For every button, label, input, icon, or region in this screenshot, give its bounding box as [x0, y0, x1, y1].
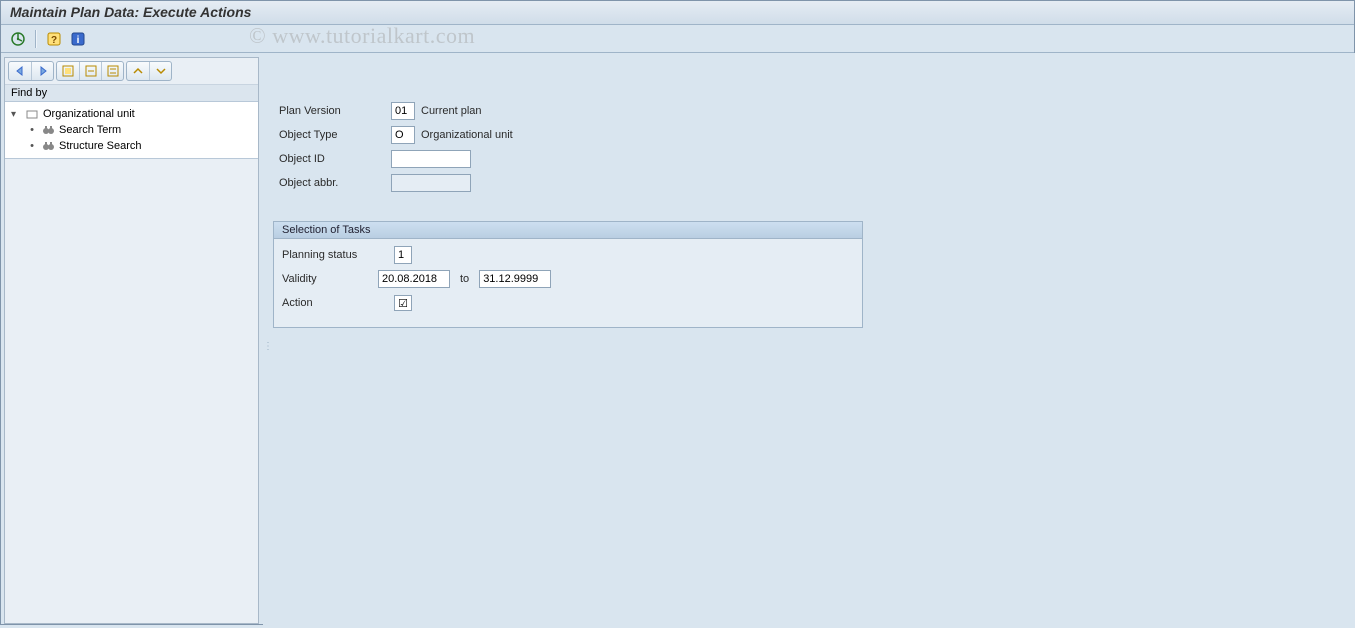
nav-forward-icon[interactable]	[31, 62, 53, 80]
plan-version-input[interactable]	[391, 102, 415, 120]
object-type-label: Object Type	[279, 129, 391, 141]
validity-from-input[interactable]	[378, 270, 450, 288]
binoculars-icon	[41, 123, 55, 137]
title-text: Maintain Plan Data: Execute Actions	[10, 4, 251, 20]
toolbar-separator	[35, 30, 37, 48]
execute-icon[interactable]	[8, 29, 28, 49]
sidebar: Find by ▾ Organizational unit • Search T…	[4, 57, 259, 624]
sidebar-empty-area	[5, 159, 258, 623]
findby-label: Find by	[11, 87, 47, 99]
object-tree: ▾ Organizational unit • Search Term • St…	[5, 102, 258, 159]
plan-version-label: Plan Version	[279, 105, 391, 117]
tree-tool-1-icon[interactable]	[57, 62, 79, 80]
object-id-label: Object ID	[279, 153, 391, 165]
group-title: Selection of Tasks	[274, 222, 862, 239]
planning-status-label: Planning status	[282, 249, 394, 261]
bullet-icon: •	[27, 124, 37, 136]
action-checkbox[interactable]: ☑	[394, 295, 412, 311]
planning-status-input[interactable]	[394, 246, 412, 264]
sidebar-toolbar	[5, 58, 258, 85]
object-type-input[interactable]	[391, 126, 415, 144]
tree-item-label: Structure Search	[59, 140, 142, 152]
validity-label: Validity	[282, 273, 378, 285]
object-abbr-label: Object abbr.	[279, 177, 391, 189]
object-id-input[interactable]	[391, 150, 471, 168]
expand-all-icon[interactable]	[127, 62, 149, 80]
bullet-icon: •	[27, 140, 37, 152]
findby-header: Find by	[5, 85, 258, 102]
validity-to-input[interactable]	[479, 270, 551, 288]
binoculars-icon	[41, 139, 55, 153]
tree-tool-2-icon[interactable]	[79, 62, 101, 80]
page-title: Maintain Plan Data: Execute Actions	[0, 0, 1355, 25]
app-toolbar: ? i	[0, 25, 1355, 53]
svg-text:i: i	[77, 35, 80, 46]
tree-item-structure-search[interactable]: • Structure Search	[5, 138, 258, 154]
tree-item-search-term[interactable]: • Search Term	[5, 122, 258, 138]
info-icon[interactable]: i	[68, 29, 88, 49]
selection-of-tasks-group: Selection of Tasks Planning status Valid…	[273, 221, 863, 328]
main-panel: © www.tutorialkart.com Plan Version Curr…	[269, 53, 1355, 628]
action-label: Action	[282, 297, 394, 309]
header-form: Plan Version Current plan Object Type Or…	[273, 93, 1349, 213]
tree-root-label: Organizational unit	[43, 108, 135, 120]
nav-back-icon[interactable]	[9, 62, 31, 80]
caret-down-icon[interactable]: ▾	[11, 109, 21, 120]
content-area: Find by ▾ Organizational unit • Search T…	[0, 53, 1355, 628]
plan-version-desc: Current plan	[421, 105, 482, 117]
tree-root-org-unit[interactable]: ▾ Organizational unit	[5, 106, 258, 122]
org-unit-icon	[25, 107, 39, 121]
tree-item-label: Search Term	[59, 124, 121, 136]
help-icon[interactable]: ?	[44, 29, 64, 49]
object-type-desc: Organizational unit	[421, 129, 513, 141]
object-abbr-input	[391, 174, 471, 192]
svg-text:?: ?	[51, 35, 57, 46]
validity-to-label: to	[460, 273, 469, 285]
tree-tool-3-icon[interactable]	[101, 62, 123, 80]
collapse-all-icon[interactable]	[149, 62, 171, 80]
